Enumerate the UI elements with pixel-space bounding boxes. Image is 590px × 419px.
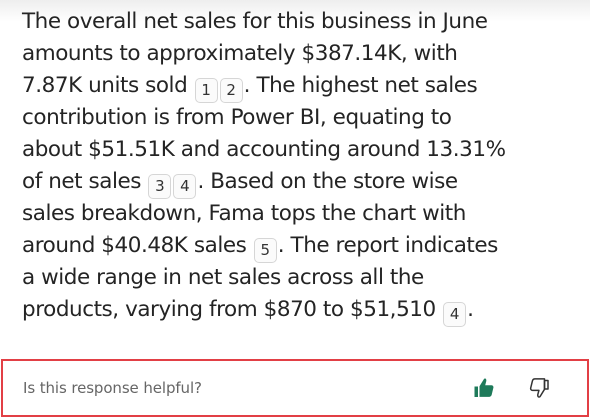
feedback-bar: Is this response helpful?	[1, 359, 589, 417]
response-line: sales breakdown, Fama tops the chart wit…	[22, 198, 466, 230]
thumbs-up-icon	[474, 378, 494, 397]
response-text-segment: . The highest net sales	[243, 73, 478, 98]
response-text-segment: of net sales	[22, 169, 148, 194]
response-line: about $51.51K and accounting around 13.3…	[22, 134, 506, 166]
response-text-segment: contribution is from Power BI, equating …	[22, 105, 452, 130]
response-line: amounts to approximately $387.14K, with	[22, 38, 458, 70]
response-text-segment: sales breakdown, Fama tops the chart wit…	[22, 201, 466, 226]
response-line: a wide range in net sales across all the	[22, 262, 424, 294]
response-text-segment: . The report indicates	[277, 233, 499, 258]
feedback-prompt: Is this response helpful?	[23, 379, 202, 397]
thumbs-down-button[interactable]	[526, 374, 554, 402]
citation-4-button[interactable]: 4	[173, 174, 197, 199]
response-line: 7.87K units sold 12. The highest net sal…	[22, 70, 478, 103]
response-text-segment: The overall net sales for this business …	[22, 9, 488, 34]
response-text-segment: around $40.48K sales	[22, 233, 253, 258]
response-text-segment: a wide range in net sales across all the	[22, 265, 424, 290]
response-text-segment: .	[467, 297, 474, 322]
response-line: around $40.48K sales 5. The report indic…	[22, 230, 499, 263]
citation-1-button[interactable]: 1	[194, 78, 218, 103]
response-text-segment: products, varying from $870 to $51,510	[22, 297, 443, 322]
thumbs-up-button[interactable]	[470, 374, 498, 402]
response-text: The overall net sales for this business …	[0, 0, 590, 356]
response-text-segment: 7.87K units sold	[22, 73, 194, 98]
citation-5-button[interactable]: 5	[253, 238, 277, 263]
citation-4-button[interactable]: 4	[443, 302, 467, 327]
citation-3-button[interactable]: 3	[148, 174, 172, 199]
response-line: of net sales 34. Based on the store wise	[22, 166, 458, 199]
response-line: contribution is from Power BI, equating …	[22, 102, 452, 134]
response-line: products, varying from $870 to $51,510 4…	[22, 294, 474, 327]
response-line: The overall net sales for this business …	[22, 6, 488, 38]
response-text-segment: about $51.51K and accounting around 13.3…	[22, 137, 506, 162]
response-text-segment: . Based on the store wise	[197, 169, 458, 194]
thumbs-down-icon	[529, 378, 549, 398]
citation-2-button[interactable]: 2	[219, 78, 243, 103]
response-text-segment: amounts to approximately $387.14K, with	[22, 41, 458, 66]
